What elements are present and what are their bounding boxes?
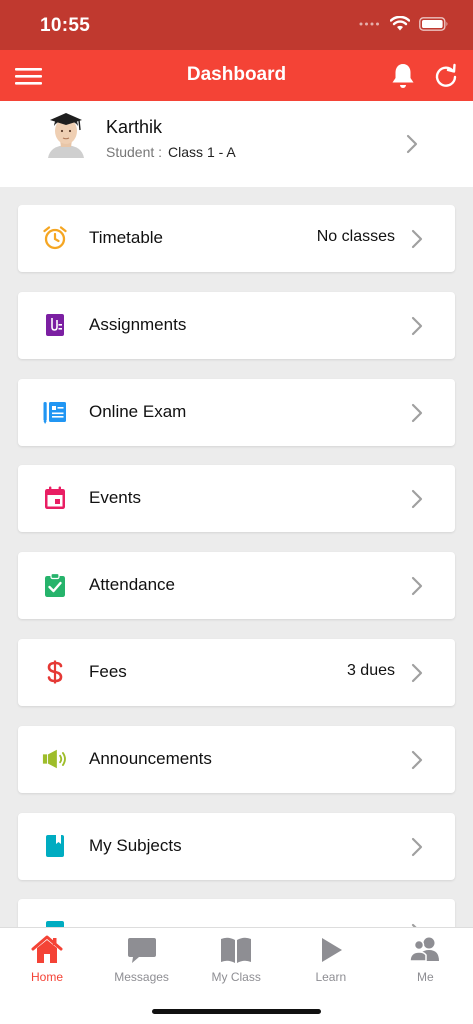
partial-item-icon bbox=[42, 919, 68, 927]
menu-item-events[interactable]: Events bbox=[18, 465, 455, 533]
play-icon bbox=[284, 934, 378, 966]
menu-item-timetable[interactable]: Timetable No classes bbox=[18, 205, 455, 272]
chevron-right-icon bbox=[410, 228, 424, 255]
exam-notebook-icon bbox=[42, 399, 68, 425]
profile-card[interactable]: Karthik Student : Class 1 - A bbox=[0, 101, 473, 187]
bell-icon bbox=[392, 64, 414, 88]
dollar-icon bbox=[42, 659, 68, 685]
calendar-icon bbox=[42, 485, 68, 511]
chevron-right-icon bbox=[410, 575, 424, 602]
home-icon bbox=[0, 934, 94, 966]
avatar bbox=[48, 113, 84, 158]
menu-item-status: 3 dues bbox=[346, 662, 395, 679]
tab-home[interactable]: Home bbox=[0, 934, 94, 990]
role-label: Student : bbox=[106, 144, 163, 160]
class-value: Class 1 - A bbox=[168, 144, 236, 160]
menu-item-label: Timetable bbox=[89, 228, 164, 247]
menu-item-label: Announcements bbox=[89, 748, 212, 768]
menu-item-partial-item[interactable] bbox=[18, 899, 455, 927]
tab-me[interactable]: Me bbox=[378, 934, 472, 990]
menu-item-label: Assignments bbox=[89, 314, 187, 334]
tab-learn[interactable]: Learn bbox=[284, 934, 378, 990]
menu-item-assignments[interactable]: Assignments bbox=[18, 291, 455, 359]
menu-item-attendance[interactable]: Attendance bbox=[18, 552, 455, 620]
menu-item-status: No classes bbox=[316, 228, 395, 245]
menu-item-online-exam[interactable]: Online Exam bbox=[18, 378, 455, 446]
chevron-right-icon bbox=[410, 836, 424, 863]
book-icon bbox=[42, 833, 68, 859]
clipboard-check-icon bbox=[42, 572, 68, 598]
profile-name: Karthik bbox=[106, 117, 163, 137]
app-bar: Dashboard bbox=[0, 50, 473, 101]
menu-item-label: Events bbox=[89, 488, 141, 508]
chevron-right-icon bbox=[410, 402, 424, 429]
home-indicator bbox=[152, 1009, 321, 1014]
tab-label: Learn bbox=[315, 970, 347, 984]
menu-item-label: Fees bbox=[89, 662, 127, 681]
wifi-icon bbox=[390, 16, 410, 31]
profile-class-line: Student : Class 1 - A bbox=[106, 144, 236, 160]
megaphone-icon bbox=[42, 746, 68, 772]
chevron-right-icon bbox=[410, 488, 424, 515]
tab-messages[interactable]: Messages bbox=[95, 934, 189, 990]
chat-bubble-icon bbox=[95, 934, 189, 966]
menu-item-label: Online Exam bbox=[89, 401, 187, 421]
status-bar: 10:55 bbox=[0, 0, 473, 50]
menu-item-fees[interactable]: Fees 3 dues bbox=[18, 639, 455, 706]
alarm-clock-icon bbox=[42, 225, 68, 251]
tab-label: Home bbox=[30, 970, 63, 984]
chevron-right-icon bbox=[410, 662, 424, 689]
status-icons bbox=[359, 16, 449, 31]
tab-my-class[interactable]: My Class bbox=[189, 934, 283, 990]
menu-item-label: My Subjects bbox=[89, 835, 182, 855]
chevron-right-icon bbox=[406, 134, 418, 154]
chevron-right-icon bbox=[410, 749, 424, 776]
signal-dots-icon bbox=[359, 22, 379, 25]
refresh-icon bbox=[435, 63, 457, 87]
dashboard-menu-list: Timetable No classes Assignments Online Exa… bbox=[0, 205, 473, 927]
menu-item-announcements[interactable]: Announcements bbox=[18, 725, 455, 793]
open-book-icon bbox=[189, 934, 283, 966]
menu-item-label: Attendance bbox=[89, 575, 176, 595]
tab-label: Messages bbox=[114, 970, 169, 984]
assignment-clip-icon bbox=[42, 312, 68, 338]
chevron-right-icon bbox=[410, 315, 424, 342]
tab-label: Me bbox=[417, 970, 434, 984]
battery-icon bbox=[419, 16, 448, 31]
notifications-button[interactable] bbox=[390, 62, 416, 90]
status-time: 10:55 bbox=[40, 15, 91, 36]
refresh-button[interactable] bbox=[432, 62, 460, 90]
menu-item-my-subjects[interactable]: My Subjects bbox=[18, 812, 455, 880]
people-icon bbox=[378, 934, 472, 966]
tab-label: My Class bbox=[211, 970, 261, 984]
